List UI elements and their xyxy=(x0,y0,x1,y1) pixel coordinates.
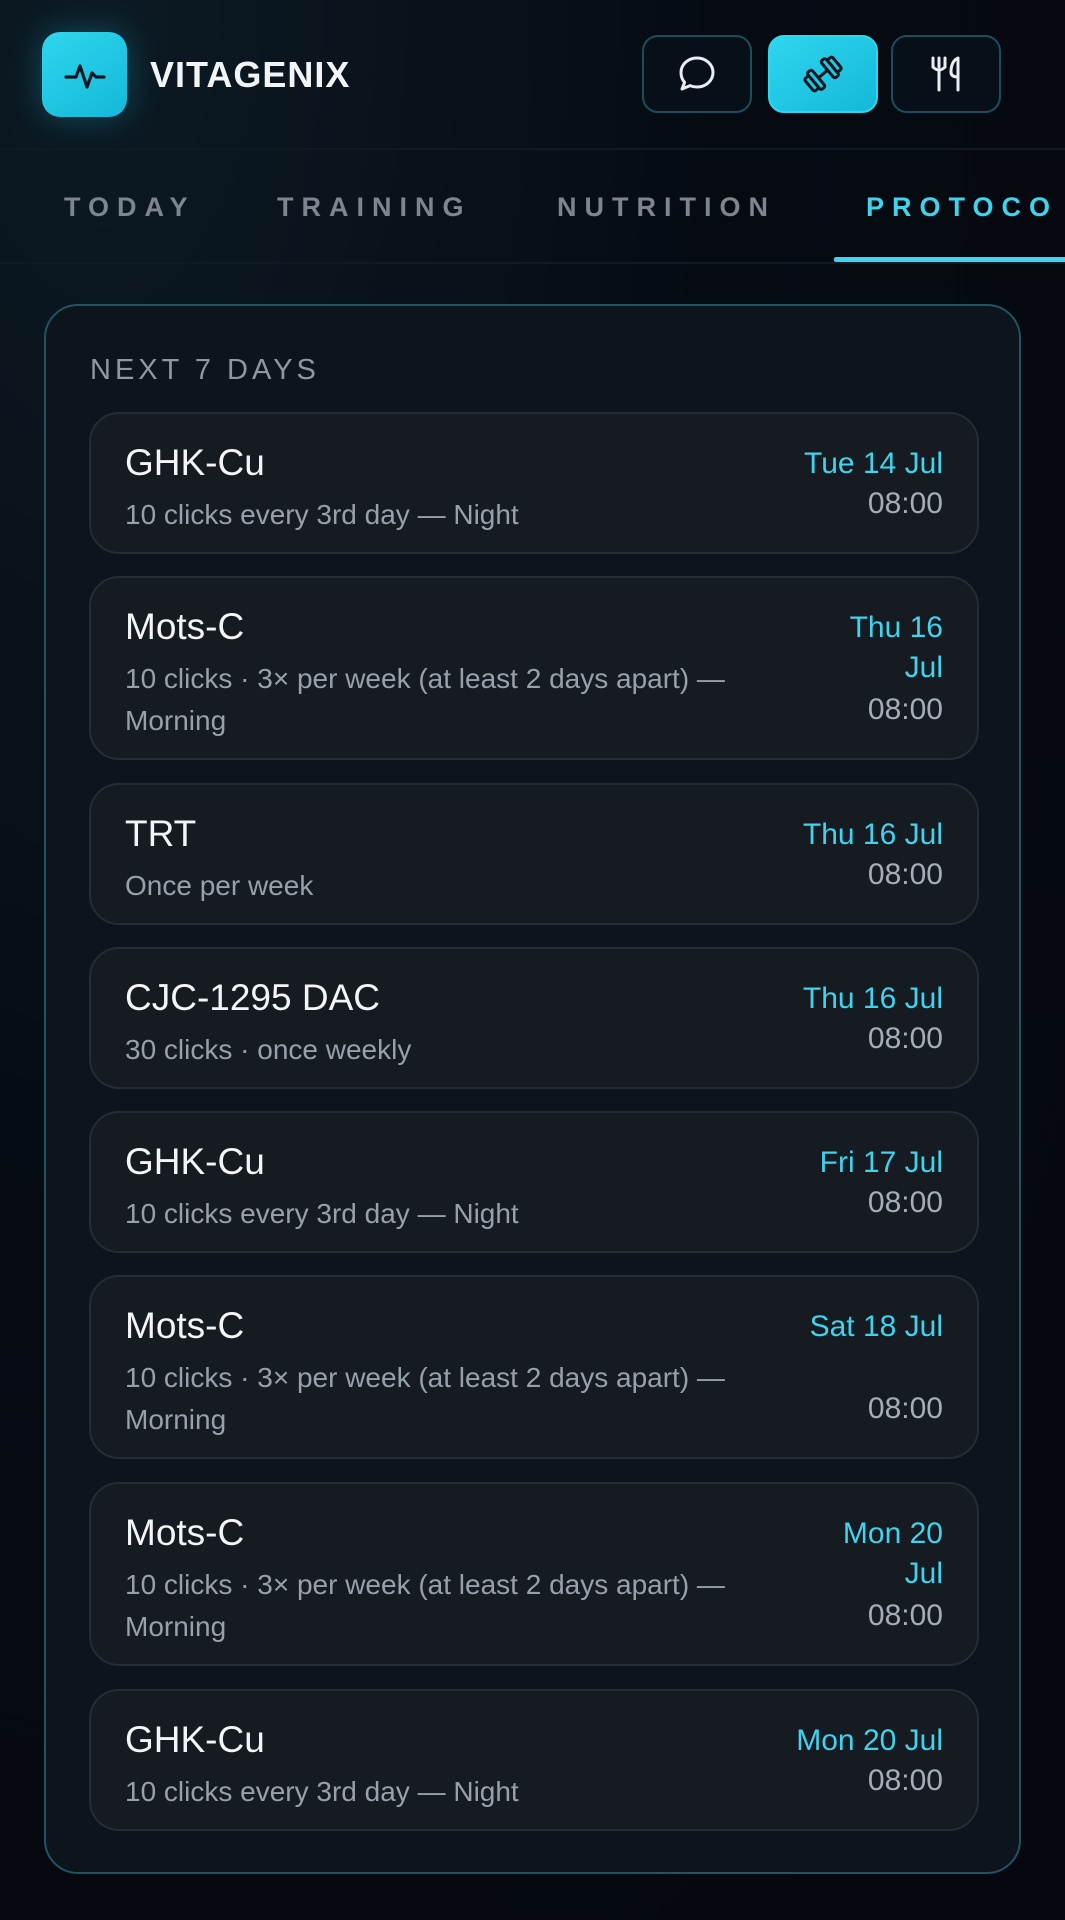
item-description: 10 clicks every 3rd day — Night xyxy=(125,499,519,530)
item-name: GHK-Cu xyxy=(125,1719,265,1760)
item-date: Thu 16 Jul xyxy=(802,982,943,1015)
training-button[interactable] xyxy=(768,35,878,113)
item-description: 10 clicks · 3× per week (at least 2 days… xyxy=(125,1362,725,1435)
tab-bar: TODAY TRAINING NUTRITION PROTOCO xyxy=(0,152,1065,264)
item-name: TRT xyxy=(125,813,197,854)
schedule-item[interactable]: Mots-C 10 clicks · 3× per week (at least… xyxy=(89,576,979,760)
item-description: 10 clicks every 3rd day — Night xyxy=(125,1198,519,1229)
item-time: 08:00 xyxy=(867,1022,943,1055)
schedule-item[interactable]: GHK-Cu 10 clicks every 3rd day — Night F… xyxy=(89,1111,979,1253)
item-date: Mon 20 Jul xyxy=(842,1517,943,1590)
item-description: Once per week xyxy=(125,870,314,901)
item-name: GHK-Cu xyxy=(125,442,265,483)
tab-nutrition[interactable]: NUTRITION xyxy=(557,152,776,262)
tab-training[interactable]: TRAINING xyxy=(277,152,472,262)
item-time: 08:00 xyxy=(867,1186,943,1219)
active-tab-indicator xyxy=(834,257,1065,262)
item-time: 08:00 xyxy=(867,1392,943,1425)
item-description: 30 clicks · once weekly xyxy=(125,1034,412,1065)
item-time: 08:00 xyxy=(867,693,943,726)
section-title: NEXT 7 DAYS xyxy=(90,354,320,386)
item-time: 08:00 xyxy=(867,858,943,891)
app-title: VITAGENIX xyxy=(150,54,351,95)
item-date: Thu 16 Jul xyxy=(802,818,943,851)
dumbbell-icon xyxy=(803,55,843,93)
schedule-item[interactable]: CJC-1295 DAC 30 clicks · once weekly Thu… xyxy=(89,947,979,1089)
pulse-icon xyxy=(63,63,106,89)
app-logo xyxy=(42,32,127,117)
schedule-item[interactable]: Mots-C 10 clicks · 3× per week (at least… xyxy=(89,1482,979,1666)
tab-today[interactable]: TODAY xyxy=(64,152,196,262)
chat-bubble-icon xyxy=(679,56,715,91)
item-date: Mon 20 Jul xyxy=(796,1724,943,1757)
item-name: GHK-Cu xyxy=(125,1141,265,1182)
item-time: 08:00 xyxy=(867,1599,943,1632)
schedule-item[interactable]: Mots-C 10 clicks · 3× per week (at least… xyxy=(89,1275,979,1459)
nutrition-button[interactable] xyxy=(891,35,1001,113)
item-description: 10 clicks · 3× per week (at least 2 days… xyxy=(125,1569,725,1642)
fork-knife-icon xyxy=(931,56,960,92)
item-name: Mots-C xyxy=(125,1305,245,1346)
item-name: CJC-1295 DAC xyxy=(125,977,380,1018)
item-time: 08:00 xyxy=(867,487,943,520)
schedule-item[interactable]: GHK-Cu 10 clicks every 3rd day — Night M… xyxy=(89,1689,979,1831)
chat-button[interactable] xyxy=(642,35,752,113)
app-header: VITAGENIX xyxy=(0,0,1065,150)
schedule-panel: NEXT 7 DAYS GHK-Cu 10 clicks every 3rd d… xyxy=(44,304,1021,1874)
item-date: Thu 16 Jul xyxy=(849,611,943,684)
item-name: Mots-C xyxy=(125,606,245,647)
item-description: 10 clicks · 3× per week (at least 2 days… xyxy=(125,663,725,736)
schedule-item[interactable]: GHK-Cu 10 clicks every 3rd day — Night T… xyxy=(89,412,979,554)
item-date: Tue 14 Jul xyxy=(804,447,943,480)
item-name: Mots-C xyxy=(125,1512,245,1553)
tab-protocol[interactable]: PROTOCO xyxy=(866,152,1058,262)
item-date: Sat 18 Jul xyxy=(809,1310,943,1343)
item-time: 08:00 xyxy=(867,1764,943,1797)
item-description: 10 clicks every 3rd day — Night xyxy=(125,1776,519,1807)
schedule-item[interactable]: TRT Once per week Thu 16 Jul 08:00 xyxy=(89,783,979,925)
item-date: Fri 17 Jul xyxy=(819,1146,943,1179)
